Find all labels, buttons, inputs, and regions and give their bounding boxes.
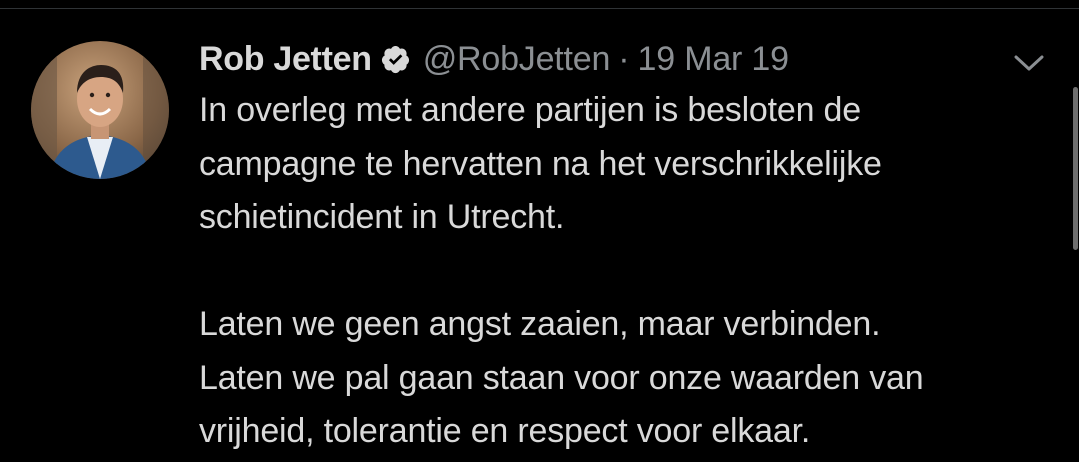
scrollbar[interactable]	[1073, 87, 1078, 250]
chevron-down-icon[interactable]	[1012, 52, 1046, 74]
tweet-card: Rob Jetten @RobJetten · 19 Mar 19 In ove…	[0, 0, 1079, 462]
tweet-date[interactable]: 19 Mar 19	[638, 40, 789, 79]
divider	[0, 8, 1079, 9]
tweet-header: Rob Jetten @RobJetten · 19 Mar 19	[199, 38, 789, 80]
verified-badge-icon	[380, 44, 411, 75]
avatar[interactable]	[31, 41, 169, 179]
tweet-text: In overleg met andere partijen is beslot…	[199, 91, 924, 450]
display-name[interactable]: Rob Jetten	[199, 40, 372, 79]
user-handle[interactable]: @RobJetten	[423, 40, 611, 79]
avatar-image	[31, 41, 169, 179]
separator-dot: ·	[618, 39, 630, 78]
